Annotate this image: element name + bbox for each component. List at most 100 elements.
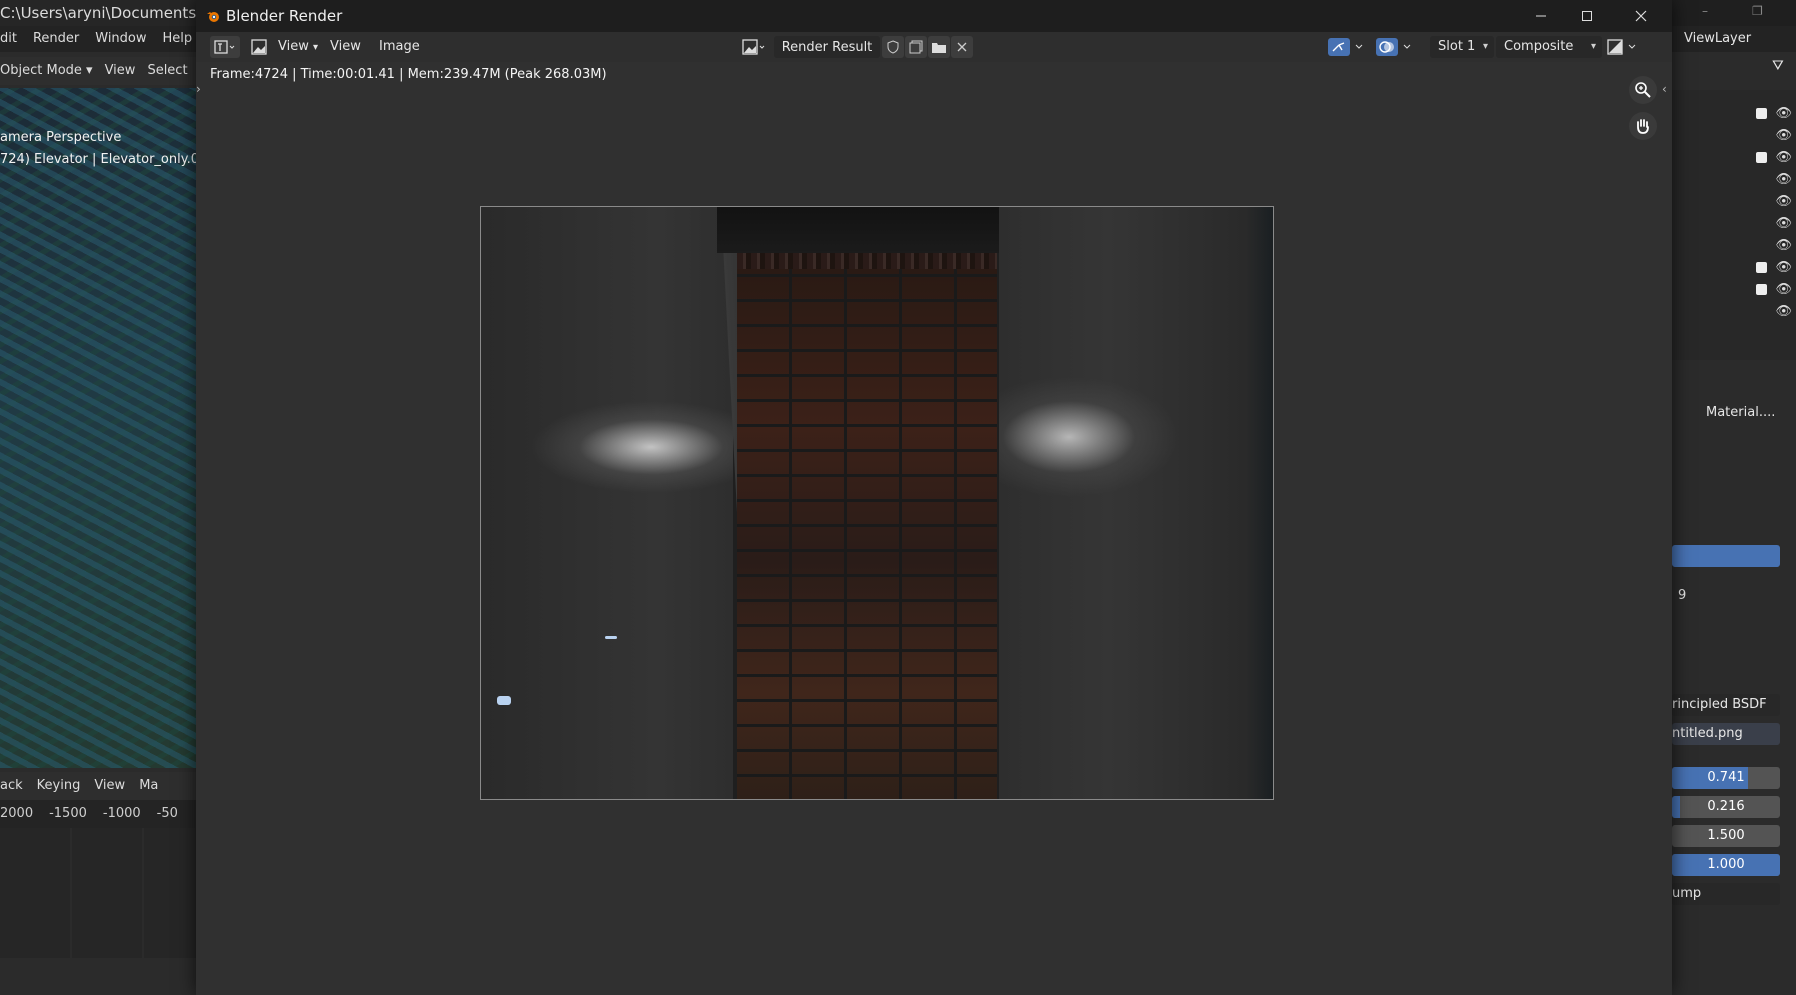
browse-image-icon bbox=[742, 39, 765, 55]
ruler-tick: -1000 bbox=[102, 806, 141, 821]
close-window-button[interactable] bbox=[1618, 0, 1664, 32]
menu-help[interactable]: Help bbox=[163, 26, 193, 52]
unlink-image-button[interactable] bbox=[951, 36, 973, 58]
render-window-footer bbox=[196, 960, 1672, 995]
timeline-keying-menu[interactable]: Keying bbox=[37, 772, 81, 800]
collection-checkbox[interactable] bbox=[1756, 108, 1768, 119]
render-layer-dropdown[interactable]: Composite ▾ bbox=[1496, 36, 1602, 58]
value-field-2[interactable]: 0.216 bbox=[1672, 796, 1780, 818]
menu-edit[interactable]: dit bbox=[0, 26, 17, 52]
main-window-controls: – ❐ bbox=[1672, 0, 1796, 26]
viewport-object-label: 724) Elevator | Elevator_only.0 bbox=[0, 152, 199, 167]
menu-view[interactable]: View bbox=[330, 36, 361, 58]
viewport-menu-select[interactable]: Select bbox=[147, 57, 187, 85]
gizmo-toggle[interactable] bbox=[1326, 36, 1370, 58]
view-mode-dropdown[interactable]: View ▾ bbox=[278, 36, 318, 58]
render-highlight bbox=[497, 696, 511, 705]
new-image-button[interactable] bbox=[905, 36, 927, 58]
timeline-area[interactable] bbox=[0, 828, 200, 958]
menu-render[interactable]: Render bbox=[33, 26, 79, 52]
eye-icon[interactable]: 👁 bbox=[1775, 260, 1792, 275]
timeline-header: ack Keying View Ma bbox=[0, 772, 200, 800]
eye-icon[interactable]: 👁 bbox=[1775, 106, 1792, 121]
blender-logo-icon bbox=[207, 12, 219, 22]
value-label-2: 0.216 bbox=[1707, 799, 1745, 814]
collection-checkbox[interactable] bbox=[1756, 262, 1768, 273]
background-main-window-left: C:\Users\aryni\Documents\B dit Render Wi… bbox=[0, 0, 200, 995]
window-path-title: C:\Users\aryni\Documents\B bbox=[0, 0, 200, 26]
viewport-camera-label: amera Perspective bbox=[0, 130, 122, 145]
image-mode-dropdown[interactable] bbox=[248, 36, 272, 58]
minimize-icon[interactable]: – bbox=[1702, 4, 1708, 18]
material-user-count: 9 bbox=[1678, 588, 1687, 603]
outliner[interactable]: 👁 👁 👁 👁 👁 👁 👁 👁 👁 👁 bbox=[1672, 90, 1796, 360]
eye-icon[interactable]: 👁 bbox=[1775, 238, 1792, 253]
timeline-marker-menu[interactable]: Ma bbox=[139, 772, 158, 800]
value-label-4: 1.000 bbox=[1707, 857, 1745, 872]
collection-checkbox[interactable] bbox=[1756, 284, 1768, 295]
overlay-toggle[interactable] bbox=[1374, 36, 1418, 58]
menu-image[interactable]: Image bbox=[379, 36, 420, 58]
maximize-button[interactable] bbox=[1564, 0, 1610, 32]
background-main-window-right: – ❐ ViewLayer ⛛ 👁 👁 👁 👁 👁 👁 👁 👁 👁 👁 Mate… bbox=[1672, 0, 1796, 995]
value-field-3[interactable]: 1.500 bbox=[1672, 825, 1780, 847]
eye-icon[interactable]: 👁 bbox=[1775, 282, 1792, 297]
pan-navigate-button[interactable] bbox=[1629, 112, 1657, 140]
value-field-4[interactable]: 1.000 bbox=[1672, 854, 1780, 876]
image-mode-icon bbox=[251, 39, 267, 55]
editor-type-dropdown[interactable] bbox=[210, 36, 240, 58]
display-channels-icon bbox=[1607, 39, 1636, 55]
hand-icon bbox=[1637, 119, 1649, 134]
menu-window[interactable]: Window bbox=[95, 26, 146, 52]
bump-field[interactable]: ump bbox=[1672, 883, 1780, 905]
view-mode-label: View bbox=[278, 39, 309, 54]
timeline-ruler[interactable]: 2000 -1500 -1000 -50 bbox=[0, 800, 200, 828]
value-label-3: 1.500 bbox=[1707, 828, 1745, 843]
render-window: Blender Render View ▾ View Image Render … bbox=[196, 0, 1672, 995]
render-left-door-panel bbox=[481, 207, 733, 799]
timeline-view-menu[interactable]: View bbox=[94, 772, 125, 800]
minimize-icon bbox=[1536, 15, 1546, 17]
render-layer-label: Composite bbox=[1504, 39, 1574, 54]
render-slot-dropdown[interactable]: Slot 1 ▾ bbox=[1430, 36, 1494, 58]
eye-icon[interactable]: 👁 bbox=[1775, 172, 1792, 187]
sidebar-expand-arrow-icon[interactable]: ‹ bbox=[1662, 82, 1667, 96]
object-mode-dropdown[interactable]: Object Mode ▾ bbox=[0, 57, 93, 85]
surface-shader-field[interactable]: rincipled BSDF bbox=[1672, 694, 1780, 716]
fake-user-button[interactable] bbox=[882, 36, 904, 58]
close-icon bbox=[1635, 10, 1647, 22]
material-slot-name[interactable]: Material.... bbox=[1672, 400, 1796, 426]
value-field-1[interactable]: 0.741 bbox=[1672, 767, 1780, 789]
image-browse-button[interactable] bbox=[740, 36, 772, 58]
close-icon bbox=[957, 42, 967, 52]
eye-icon[interactable]: 👁 bbox=[1775, 194, 1792, 209]
3d-viewport[interactable]: amera Perspective 724) Elevator | Elevat… bbox=[0, 88, 200, 768]
eye-icon[interactable]: 👁 bbox=[1775, 150, 1792, 165]
render-result-canvas[interactable] bbox=[480, 206, 1274, 800]
render-brick-wall bbox=[737, 269, 997, 799]
eye-icon[interactable]: 👁 bbox=[1775, 216, 1792, 231]
eye-icon[interactable]: 👁 bbox=[1775, 128, 1792, 143]
toolbar-expand-arrow-icon[interactable]: › bbox=[196, 82, 201, 96]
new-image-icon bbox=[909, 40, 923, 54]
zoom-navigate-button[interactable] bbox=[1629, 76, 1657, 104]
gizmo-icon bbox=[1328, 38, 1363, 56]
filter-icon[interactable]: ⛛ bbox=[1772, 58, 1784, 74]
render-window-titlebar[interactable]: Blender Render bbox=[196, 0, 1672, 32]
view-layer-field[interactable]: ViewLayer bbox=[1672, 26, 1796, 52]
chevron-down-icon: ▾ bbox=[1482, 41, 1488, 52]
render-highlight bbox=[605, 636, 617, 639]
material-slot-selected[interactable] bbox=[1672, 545, 1780, 567]
object-mode-label: Object Mode bbox=[0, 63, 82, 78]
render-ceiling bbox=[717, 207, 1023, 253]
display-channels-dropdown[interactable] bbox=[1606, 36, 1642, 58]
image-texture-field[interactable]: ntitled.png bbox=[1672, 723, 1780, 745]
eye-icon[interactable]: 👁 bbox=[1775, 304, 1792, 319]
minimize-button[interactable] bbox=[1518, 0, 1564, 32]
timeline-playback-menu[interactable]: ack bbox=[0, 772, 23, 800]
collection-checkbox[interactable] bbox=[1756, 152, 1768, 163]
open-image-button[interactable] bbox=[928, 36, 950, 58]
image-name-field[interactable]: Render Result bbox=[774, 36, 880, 58]
restore-icon[interactable]: ❐ bbox=[1752, 4, 1763, 18]
viewport-menu-view[interactable]: View bbox=[105, 57, 136, 85]
